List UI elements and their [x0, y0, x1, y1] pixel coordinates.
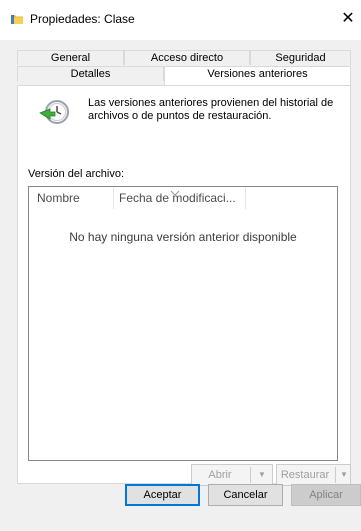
tab-label: General: [50, 52, 91, 64]
tab-label: Detalles: [70, 68, 111, 80]
open-split-button[interactable]: Abrir ▼: [191, 464, 273, 486]
tab-acceso-directo[interactable]: Acceso directo: [124, 50, 250, 65]
column-header-fecha[interactable]: Fecha de modificaci...: [114, 187, 246, 209]
title-bar: Propiedades: Clase ✕: [0, 0, 361, 40]
restore-split-button[interactable]: Restaurar ▼: [276, 464, 351, 486]
split-separator: [335, 467, 336, 483]
close-button[interactable]: ✕: [338, 8, 358, 30]
folder-icon: [10, 12, 24, 26]
restore-button-label: Restaurar: [280, 469, 330, 481]
versions-list[interactable]: Nombre Fecha de modificaci... No hay nin…: [28, 186, 338, 461]
restore-clock-icon: [38, 95, 72, 129]
empty-message: No hay ninguna versión anterior disponib…: [69, 230, 297, 244]
tab-seguridad[interactable]: Seguridad: [250, 50, 351, 65]
chevron-down-icon[interactable]: ▼: [252, 465, 272, 485]
column-header-nombre[interactable]: Nombre: [29, 187, 114, 209]
cancel-button[interactable]: Cancelar: [208, 484, 283, 506]
tab-versiones-anteriores[interactable]: Versiones anteriores: [164, 66, 351, 85]
tab-label: Seguridad: [275, 52, 326, 64]
sort-caret-icon: [170, 187, 180, 196]
close-icon: ✕: [341, 10, 355, 27]
ok-button[interactable]: Aceptar: [125, 484, 200, 506]
info-text: Las versiones anteriores provienen del h…: [88, 97, 334, 122]
tab-label: Versiones anteriores: [207, 68, 308, 80]
apply-button[interactable]: Aplicar: [291, 484, 361, 506]
version-label: Versión del archivo:: [28, 168, 124, 180]
tab-label: Acceso directo: [150, 52, 224, 64]
split-separator: [250, 467, 251, 483]
open-button-label: Abrir: [208, 469, 232, 481]
tab-general[interactable]: General: [17, 50, 124, 65]
chevron-down-icon[interactable]: ▼: [337, 465, 351, 485]
window-title: Propiedades: Clase: [30, 12, 135, 26]
tab-detalles[interactable]: Detalles: [17, 66, 164, 81]
